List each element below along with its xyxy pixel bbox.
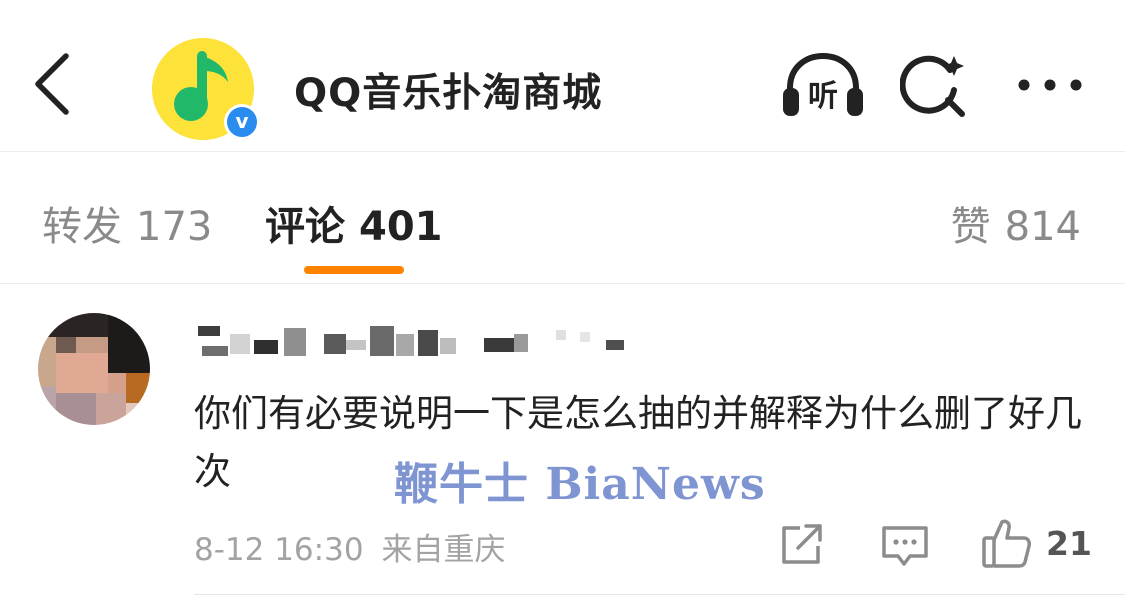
comment-time: 8-12 16:30 xyxy=(194,532,364,568)
top-bar: v QQ音乐扑淘商城 听 xyxy=(0,0,1125,152)
tab-like[interactable]: 赞 814 xyxy=(951,194,1081,252)
verified-badge-icon: v xyxy=(224,104,260,140)
tab-forward-label: 转发 xyxy=(42,204,122,250)
comment-meta: 8-12 16:30 来自重庆 xyxy=(194,524,506,569)
tab-bar: 转发 173 评论 401 赞 814 xyxy=(0,152,1125,284)
account-avatar[interactable]: v xyxy=(152,38,262,148)
tab-comment[interactable]: 评论 401 xyxy=(265,194,443,252)
watermark: 鞭牛士 BiaNews xyxy=(394,459,766,510)
like-icon[interactable] xyxy=(980,516,1032,570)
comment-divider xyxy=(194,594,1125,595)
tab-comment-label: 评论 xyxy=(265,204,345,250)
tab-like-count: 814 xyxy=(1004,204,1081,250)
pixelated-avatar-icon xyxy=(38,313,150,425)
listen-label: 听 xyxy=(808,79,838,114)
share-icon[interactable] xyxy=(778,522,826,568)
tab-forward[interactable]: 转发 173 xyxy=(42,194,212,252)
tab-like-label: 赞 xyxy=(950,204,991,250)
listen-icon[interactable]: 听 xyxy=(780,50,866,120)
account-name[interactable]: QQ音乐扑淘商城 xyxy=(294,62,602,118)
tab-forward-count: 173 xyxy=(136,204,213,250)
reply-icon[interactable] xyxy=(880,522,930,568)
commenter-name-redacted[interactable] xyxy=(196,320,636,364)
back-icon[interactable] xyxy=(26,52,82,116)
comment-location: 来自重庆 xyxy=(381,532,506,568)
like-count: 21 xyxy=(1046,524,1092,563)
active-tab-indicator xyxy=(304,266,404,274)
tab-comment-count: 401 xyxy=(359,204,443,250)
commenter-avatar[interactable] xyxy=(38,313,150,425)
search-icon[interactable] xyxy=(899,50,970,120)
more-icon[interactable] xyxy=(1010,65,1090,105)
